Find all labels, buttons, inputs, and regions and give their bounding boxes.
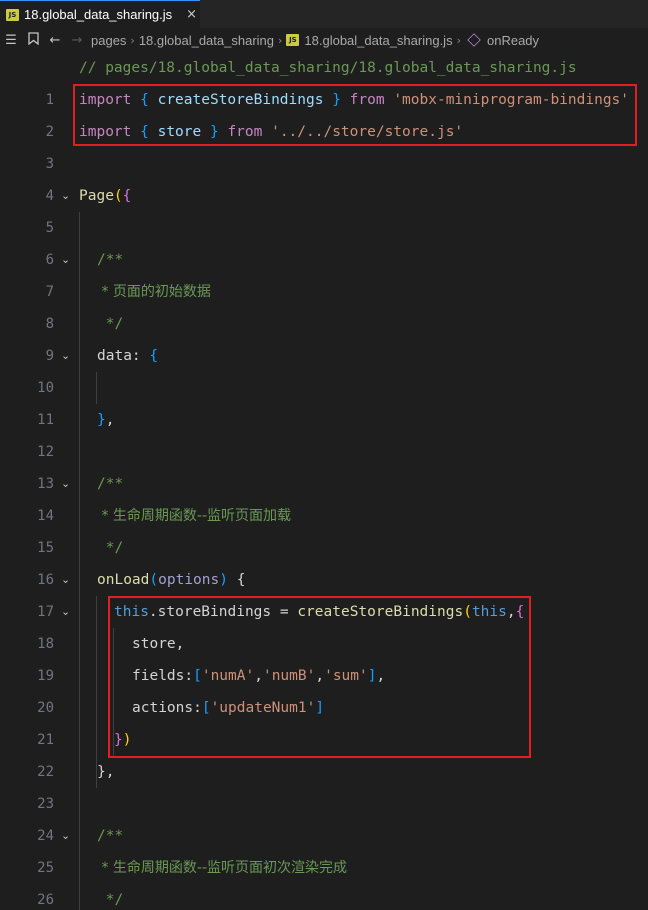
code-line: 11 bbox=[0, 372, 648, 428]
brace: } bbox=[97, 764, 106, 780]
breadcrumb-item-symbol[interactable]: onReady bbox=[487, 33, 539, 48]
code-comment: /** bbox=[97, 476, 124, 492]
close-icon[interactable]: × bbox=[186, 7, 197, 22]
fold-chevron-icon[interactable]: ⌄ bbox=[61, 244, 70, 276]
paren: ) bbox=[219, 572, 228, 588]
fold-chevron-icon[interactable]: ⌄ bbox=[61, 820, 70, 852]
code-comment: /** bbox=[97, 828, 124, 844]
paren: ( bbox=[113, 188, 123, 204]
code-line: 15 * 生命周期函数--监听页面加载 bbox=[0, 500, 648, 556]
code-comment: * 生命周期函数--监听页面加载 bbox=[97, 508, 292, 524]
fold-chevron-icon[interactable]: ⌄ bbox=[61, 596, 70, 628]
punctuation: : bbox=[131, 348, 150, 364]
fold-chevron-icon[interactable]: ⌄ bbox=[61, 468, 70, 500]
fold-chevron-icon[interactable]: ⌄ bbox=[61, 180, 70, 212]
code-line: 23 }, bbox=[0, 756, 648, 812]
code-line: 9 */ bbox=[0, 308, 648, 364]
js-file-icon: JS bbox=[286, 34, 300, 46]
list-icon[interactable]: ☰ bbox=[0, 33, 22, 48]
code-line: 17 ⌄ onLoad(options) { bbox=[0, 564, 648, 620]
code-line: 26 * 生命周期函数--监听页面初次渲染完成 bbox=[0, 852, 648, 908]
parameter: options bbox=[158, 572, 220, 588]
code-comment: * 页面的初始数据 bbox=[97, 284, 211, 300]
chevron-right-icon: › bbox=[456, 33, 461, 47]
code-line: 1 // pages/18.global_data_sharing/18.glo… bbox=[0, 52, 648, 108]
brace: { bbox=[227, 572, 246, 588]
highlight-box-imports bbox=[73, 84, 637, 146]
breadcrumb-item-folder[interactable]: 18.global_data_sharing bbox=[139, 33, 274, 48]
fold-chevron-icon[interactable]: ⌄ bbox=[61, 340, 70, 372]
code-line: 27 */ bbox=[0, 884, 648, 910]
js-file-icon: JS bbox=[6, 8, 19, 21]
code-line: 6 bbox=[0, 212, 648, 268]
punctuation: , bbox=[105, 764, 115, 780]
paren: ( bbox=[149, 572, 159, 588]
chevron-right-icon: › bbox=[278, 33, 283, 47]
code-line: 4 bbox=[0, 148, 648, 204]
code-comment: /** bbox=[97, 252, 124, 268]
code-line: 25 ⌄ /** bbox=[0, 820, 648, 876]
brace: } bbox=[97, 412, 106, 428]
tab-bar: JS 18.global_data_sharing.js × bbox=[0, 0, 648, 28]
code-comment: */ bbox=[97, 316, 124, 332]
code-comment: // pages/18.global_data_sharing/18.globa… bbox=[79, 60, 577, 76]
brace: { bbox=[149, 348, 159, 364]
breadcrumb-item-pages[interactable]: pages bbox=[91, 33, 126, 48]
code-line: 14 ⌄ /** bbox=[0, 468, 648, 524]
code-line: 10 ⌄ data: { bbox=[0, 340, 648, 396]
code-line: 5 ⌄ Page({ bbox=[0, 180, 648, 236]
fold-chevron-icon[interactable]: ⌄ bbox=[61, 564, 70, 596]
code-editor[interactable]: 1 // pages/18.global_data_sharing/18.glo… bbox=[0, 52, 648, 910]
brace: { bbox=[122, 188, 132, 204]
code-comment: * 生命周期函数--监听页面初次渲染完成 bbox=[97, 860, 348, 876]
code-line: 7 ⌄ /** bbox=[0, 244, 648, 300]
tab-active-file[interactable]: JS 18.global_data_sharing.js × bbox=[0, 0, 200, 28]
code-line: 8 * 页面的初始数据 bbox=[0, 276, 648, 332]
chevron-right-icon: › bbox=[130, 33, 135, 47]
code-line: 24 bbox=[0, 788, 648, 844]
breadcrumb-item-file[interactable]: 18.global_data_sharing.js bbox=[304, 33, 452, 48]
breadcrumb: ☰ ← → pages › 18.global_data_sharing › J… bbox=[0, 28, 648, 52]
code-comment: */ bbox=[97, 892, 124, 908]
code-comment: */ bbox=[97, 540, 124, 556]
method-cube-icon bbox=[467, 33, 481, 47]
function-name: Page bbox=[79, 188, 114, 204]
code-line: 13 bbox=[0, 436, 648, 492]
code-line: 16 */ bbox=[0, 532, 648, 588]
punctuation: , bbox=[105, 412, 115, 428]
tab-label: 18.global_data_sharing.js bbox=[24, 7, 173, 22]
highlight-box-store-bindings bbox=[108, 596, 531, 758]
property-key: data bbox=[97, 348, 132, 364]
function-name: onLoad bbox=[97, 572, 150, 588]
bookmark-icon[interactable] bbox=[22, 32, 44, 48]
code-line: 12 }, bbox=[0, 404, 648, 460]
back-arrow-icon[interactable]: ← bbox=[44, 33, 66, 48]
forward-arrow-icon[interactable]: → bbox=[66, 33, 88, 48]
